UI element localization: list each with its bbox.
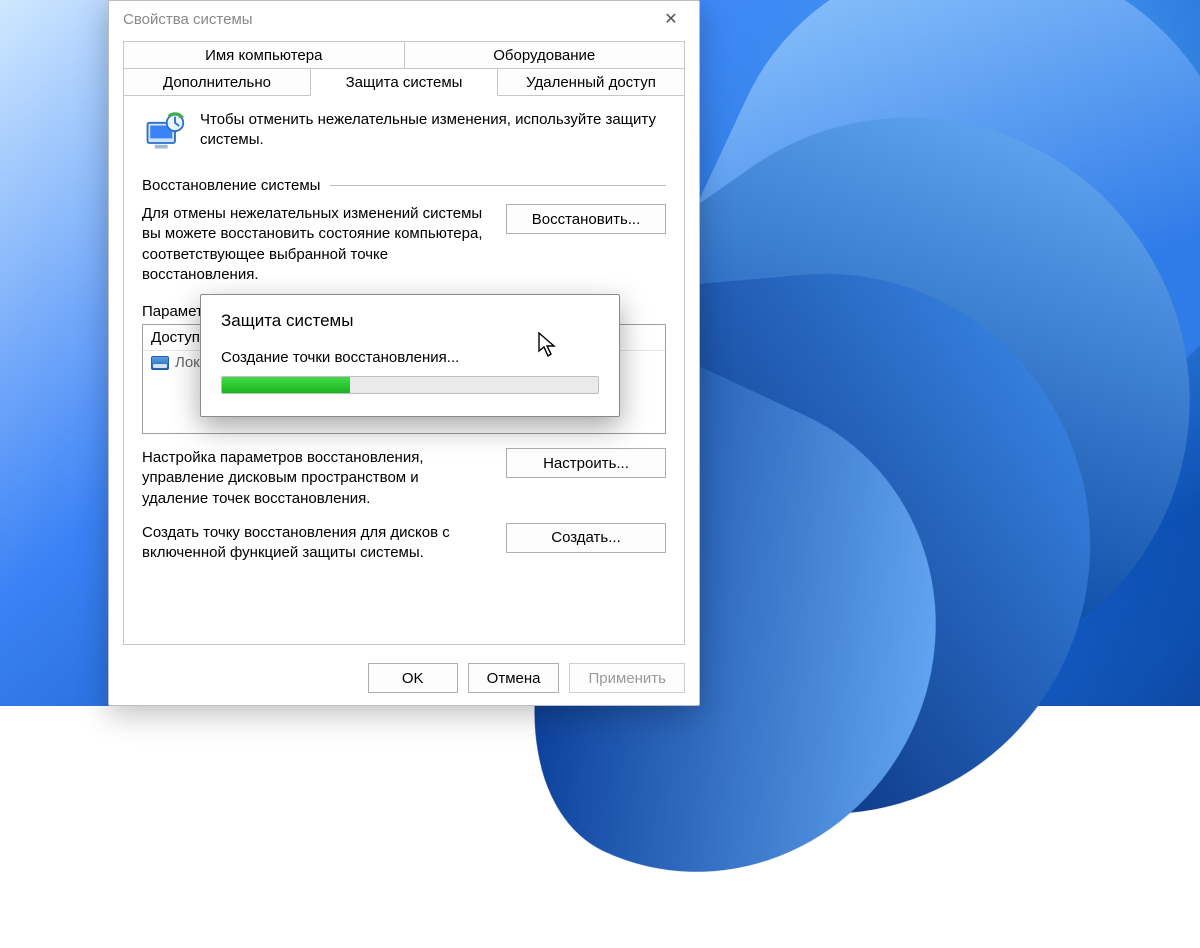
system-protection-icon xyxy=(142,110,186,159)
configure-description: Настройка параметров восстановления, упр… xyxy=(142,448,486,509)
create-button[interactable]: Создать... xyxy=(506,523,666,553)
progress-dialog: Защита системы Создание точки восстановл… xyxy=(200,294,620,417)
tab-remote[interactable]: Удаленный доступ xyxy=(498,68,685,96)
close-button[interactable]: ✕ xyxy=(651,5,691,33)
progress-fill xyxy=(222,377,350,393)
ok-button[interactable]: OK xyxy=(368,663,458,693)
divider xyxy=(330,185,666,186)
tab-system-protection[interactable]: Защита системы xyxy=(311,68,498,96)
tab-advanced[interactable]: Дополнительно xyxy=(123,68,311,96)
progress-dialog-message: Создание точки восстановления... xyxy=(221,349,599,366)
restore-button[interactable]: Восстановить... xyxy=(506,204,666,234)
restore-description: Для отмены нежелательных изменений систе… xyxy=(142,204,486,285)
dialog-footer: OK Отмена Применить xyxy=(109,655,699,705)
tab-computer-name[interactable]: Имя компьютера xyxy=(123,41,405,69)
window-title: Свойства системы xyxy=(123,11,253,28)
progress-bar xyxy=(221,376,599,394)
disk-icon xyxy=(151,356,169,370)
restore-section-title: Восстановление системы xyxy=(142,177,320,194)
close-icon: ✕ xyxy=(664,9,677,29)
tab-hardware[interactable]: Оборудование xyxy=(405,41,686,69)
apply-button: Применить xyxy=(569,663,685,693)
tabs: Имя компьютера Оборудование Дополнительн… xyxy=(109,37,699,95)
cancel-button[interactable]: Отмена xyxy=(468,663,560,693)
configure-button[interactable]: Настроить... xyxy=(506,448,666,478)
create-description: Создать точку восстановления для дисков … xyxy=(142,523,486,564)
progress-dialog-title: Защита системы xyxy=(221,311,599,331)
intro-text: Чтобы отменить нежелательные изменения, … xyxy=(200,110,666,159)
titlebar[interactable]: Свойства системы ✕ xyxy=(109,1,699,37)
